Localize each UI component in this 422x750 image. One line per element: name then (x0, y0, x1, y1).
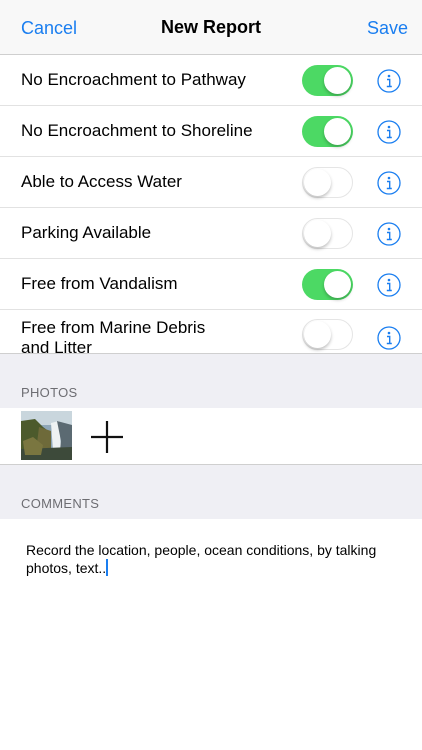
info-icon[interactable] (377, 326, 401, 350)
comments-header-label: COMMENTS (21, 496, 100, 511)
criteria-list: No Encroachment to Pathway No Encroachme… (0, 55, 422, 363)
info-icon[interactable] (377, 120, 401, 144)
comments-section-header: COMMENTS (0, 464, 422, 520)
comments-text: Record the location, people, ocean condi… (26, 542, 377, 576)
criteria-row: No Encroachment to Shoreline (0, 106, 422, 157)
comments-textarea[interactable]: Record the location, people, ocean condi… (0, 519, 422, 750)
criteria-row: Parking Available (0, 208, 422, 259)
criteria-label: Parking Available (21, 223, 152, 242)
criteria-toggle[interactable] (302, 269, 353, 300)
criteria-toggle[interactable] (302, 167, 353, 198)
toggle-knob (303, 168, 331, 196)
criteria-row: No Encroachment to Pathway (0, 55, 422, 106)
photos-header-label: PHOTOS (21, 385, 78, 400)
criteria-toggle[interactable] (302, 65, 353, 96)
criteria-label-line1: Free from Marine Debris (21, 318, 206, 337)
criteria-row: Able to Access Water (0, 157, 422, 208)
criteria-toggle[interactable] (302, 218, 353, 249)
criteria-label: No Encroachment to Shoreline (21, 121, 253, 140)
toggle-knob (324, 67, 351, 94)
criteria-label: Free from Marine Debris and Litter (21, 318, 291, 358)
criteria-row: Free from Vandalism (0, 259, 422, 310)
save-button[interactable]: Save (367, 18, 408, 39)
navigation-bar: Cancel New Report Save (0, 0, 422, 55)
toggle-knob (324, 118, 351, 145)
toggle-knob (303, 320, 331, 348)
toggle-knob (324, 271, 351, 298)
criteria-toggle[interactable] (302, 116, 353, 147)
photos-row (0, 408, 422, 464)
criteria-label: Free from Vandalism (21, 274, 178, 293)
comments-text-wrap: Record the location, people, ocean condi… (26, 541, 386, 577)
plus-icon[interactable] (90, 420, 124, 454)
page-title: New Report (160, 17, 261, 37)
photos-section-header: PHOTOS (0, 353, 422, 409)
info-icon[interactable] (377, 273, 401, 297)
criteria-label: Able to Access Water (21, 172, 182, 191)
photo-thumbnail[interactable] (21, 411, 72, 460)
info-icon[interactable] (377, 222, 401, 246)
criteria-label: No Encroachment to Pathway (21, 70, 246, 89)
info-icon[interactable] (377, 171, 401, 195)
text-cursor (106, 559, 109, 576)
criteria-toggle[interactable] (302, 319, 353, 350)
info-icon[interactable] (377, 69, 401, 93)
toggle-knob (303, 219, 331, 247)
